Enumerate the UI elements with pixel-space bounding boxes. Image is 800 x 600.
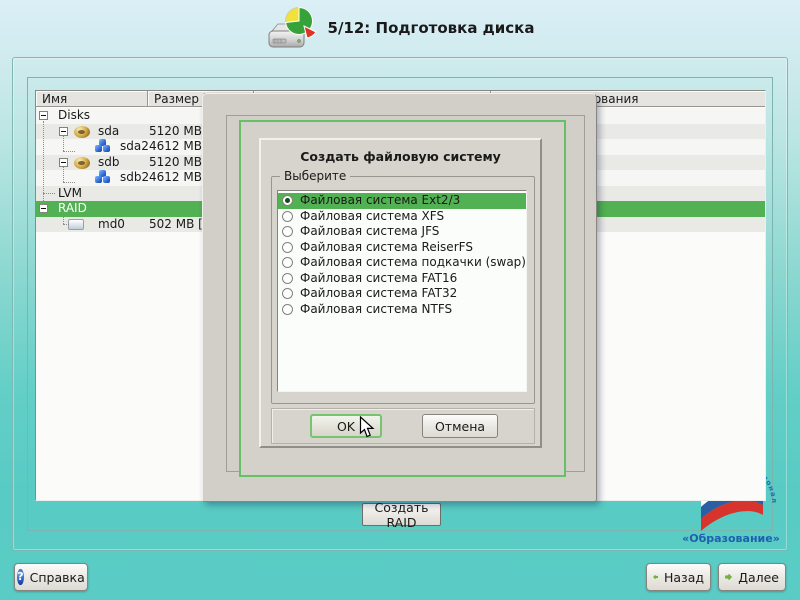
step-title: 5/12: Подготовка диска [328, 19, 535, 37]
tree-connector [63, 136, 64, 151]
column-header[interactable]: Имя [36, 91, 148, 107]
filesystem-option-label: Файловая система FAT16 [300, 271, 457, 287]
filesystem-option[interactable]: Файловая система подкачки (swap) [278, 255, 526, 271]
help-button[interactable]: ? Справка [14, 563, 88, 591]
dialog-content-panel: Создать файловую систему Выберите Файлов… [259, 138, 542, 448]
row-size-value: 5120 MB [149, 155, 202, 171]
row-name-label: Disks [58, 108, 90, 124]
radio-icon [282, 195, 293, 206]
mouse-cursor-icon [359, 416, 375, 440]
partition-icon [94, 140, 112, 153]
tree-connector [63, 151, 75, 152]
row-name-label: sda2 [120, 139, 149, 155]
filesystem-option-label: Файловая система Ext2/3 [300, 193, 460, 209]
disk-icon [74, 126, 90, 138]
filesystem-option-label: Файловая система JFS [300, 224, 439, 240]
dialog-title: Создать файловую систему [261, 149, 540, 164]
radio-icon [282, 211, 293, 222]
back-button[interactable]: Назад [646, 563, 711, 591]
help-button-label: Справка [30, 570, 85, 585]
disk-pie-icon [266, 6, 318, 50]
filesystem-option[interactable]: Файловая система JFS [278, 224, 526, 240]
next-button-label: Далее [738, 570, 779, 585]
radio-icon [282, 304, 293, 315]
filesystem-options-list: Файловая система Ext2/3Файловая система … [277, 190, 527, 392]
row-name-label: sdb [98, 155, 120, 171]
filesystem-option-label: Файловая система FAT32 [300, 286, 457, 302]
tree-connector [43, 193, 55, 194]
filesystem-option-label: Файловая система XFS [300, 209, 444, 225]
tree-connector [63, 182, 75, 183]
tree-connector [63, 217, 64, 224]
row-name-label: sda [98, 124, 119, 140]
groupbox-label: Выберите [280, 169, 350, 183]
row-name-label: md0 [98, 217, 125, 233]
row-name-label: sdb2 [120, 170, 149, 186]
partition-icon [94, 171, 112, 184]
radio-icon [282, 242, 293, 253]
row-name-label: RAID [58, 201, 87, 217]
row-name-label: LVM [58, 186, 82, 202]
arrow-left-icon [653, 570, 658, 584]
filesystem-option-label: Файловая система NTFS [300, 302, 452, 318]
radio-icon [282, 257, 293, 268]
cancel-button[interactable]: Отмена [422, 414, 498, 438]
arrow-right-icon [725, 570, 732, 584]
radio-icon [282, 288, 293, 299]
filesystem-option[interactable]: Файловая система FAT32 [278, 286, 526, 302]
next-button[interactable]: Далее [718, 563, 786, 591]
radio-icon [282, 273, 293, 284]
back-button-label: Назад [664, 570, 704, 585]
help-question-icon: ? [17, 569, 23, 585]
expander-minus-icon[interactable] [39, 111, 48, 120]
dialog-green-frame: Создать файловую систему Выберите Файлов… [239, 120, 566, 477]
row-size-value: 4612 MB [149, 170, 202, 186]
tree-connector [63, 167, 64, 182]
filesystem-option[interactable]: Файловая система Ext2/3 [278, 193, 526, 209]
logo-caption: «Образование» [682, 532, 780, 545]
radio-icon [282, 226, 293, 237]
create-raid-button[interactable]: Создать RAID [362, 503, 441, 526]
expander-minus-icon[interactable] [59, 158, 68, 167]
raid-disk-icon [68, 219, 84, 230]
expander-minus-icon[interactable] [39, 204, 48, 213]
filesystem-option-label: Файловая система ReiserFS [300, 240, 473, 256]
row-size-value: 4612 MB [149, 139, 202, 155]
dialog-button-row: OK Отмена [271, 408, 535, 444]
row-size-value: 5120 MB [149, 124, 202, 140]
expander-minus-icon[interactable] [59, 127, 68, 136]
create-filesystem-dialog: Создать файловую систему Выберите Файлов… [202, 93, 597, 502]
tree-connector [63, 224, 69, 225]
choose-groupbox: Выберите Файловая система Ext2/3Файловая… [271, 176, 535, 404]
filesystem-option[interactable]: Файловая система FAT16 [278, 271, 526, 287]
step-header: 5/12: Подготовка диска [0, 0, 800, 56]
filesystem-option-label: Файловая система подкачки (swap) [300, 255, 526, 271]
filesystem-option[interactable]: Файловая система ReiserFS [278, 240, 526, 256]
filesystem-option[interactable]: Файловая система XFS [278, 209, 526, 225]
disk-icon [74, 157, 90, 169]
filesystem-option[interactable]: Файловая система NTFS [278, 302, 526, 318]
